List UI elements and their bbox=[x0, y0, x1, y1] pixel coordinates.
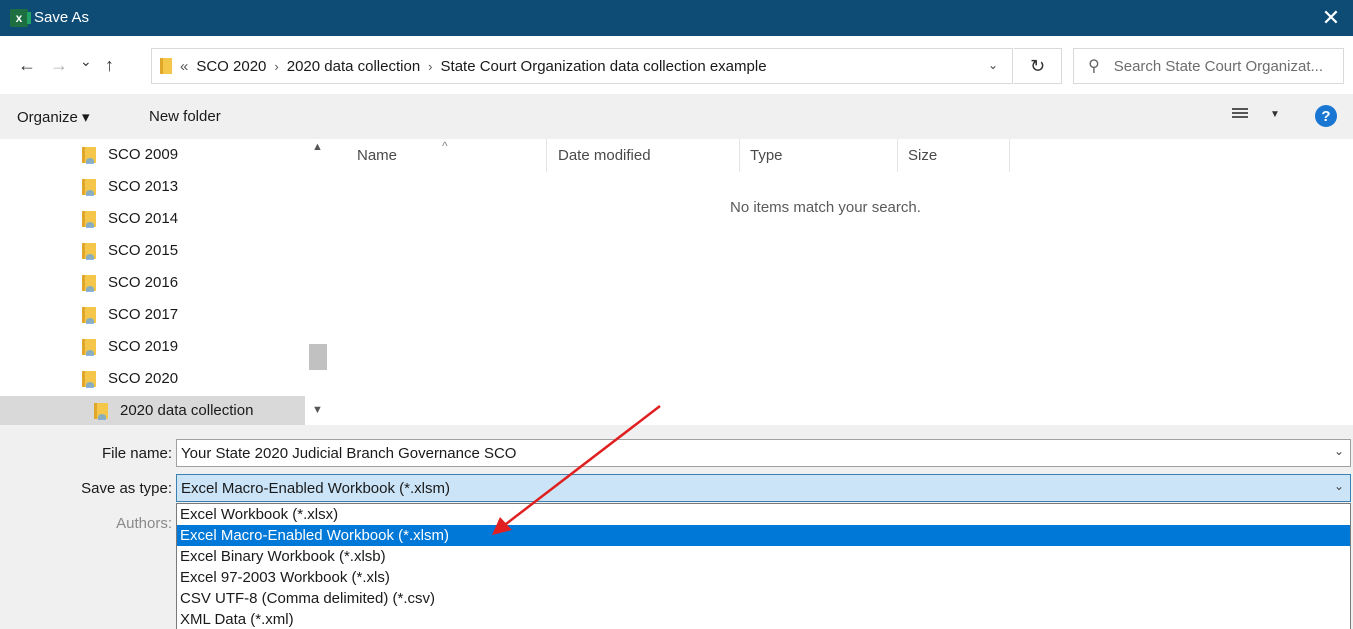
column-header-name[interactable]: Name bbox=[347, 139, 547, 172]
file-list[interactable]: ^ Name Date modified Type Size No items … bbox=[330, 139, 1353, 425]
type-option-csv[interactable]: CSV UTF-8 (Comma delimited) (*.csv) bbox=[177, 588, 1350, 609]
organize-button[interactable]: Organize ▾ bbox=[17, 108, 90, 126]
folder-icon bbox=[82, 178, 96, 196]
type-option-xml[interactable]: XML Data (*.xml) bbox=[177, 609, 1350, 629]
nav-item-label: SCO 2016 bbox=[108, 274, 179, 291]
recent-locations-button[interactable]: ⌄ bbox=[80, 53, 92, 70]
breadcrumb-separator[interactable]: › bbox=[274, 59, 278, 74]
title-bar: x Save As ✕ bbox=[0, 0, 1353, 36]
nav-item-sco-2017[interactable]: SCO 2017 bbox=[0, 299, 305, 330]
breadcrumb-separator[interactable]: › bbox=[428, 59, 432, 74]
folder-icon bbox=[82, 338, 96, 356]
save-as-type-options[interactable]: Excel Workbook (*.xlsx) Excel Macro-Enab… bbox=[176, 503, 1351, 629]
address-bar[interactable]: « SCO 2020 › 2020 data collection › Stat… bbox=[151, 48, 1013, 84]
folder-icon bbox=[82, 210, 96, 228]
save-as-type-value: Excel Macro-Enabled Workbook (*.xlsm) bbox=[181, 479, 450, 497]
new-folder-button[interactable]: New folder bbox=[149, 108, 221, 125]
forward-button[interactable]: → bbox=[50, 55, 68, 76]
chevron-down-icon[interactable]: ⌄ bbox=[1334, 444, 1344, 458]
nav-item-sco-2009[interactable]: SCO 2009 bbox=[0, 139, 305, 170]
excel-icon: x bbox=[10, 9, 31, 27]
back-button[interactable]: ← bbox=[18, 55, 36, 76]
nav-scrollbar[interactable]: ▲ ▼ bbox=[305, 139, 330, 425]
folder-icon bbox=[82, 370, 96, 388]
folder-icon bbox=[82, 146, 96, 164]
breadcrumb-2020-data-collection[interactable]: 2020 data collection bbox=[287, 58, 420, 75]
nav-item-label: SCO 2009 bbox=[108, 146, 179, 163]
scroll-down-icon[interactable]: ▼ bbox=[312, 404, 323, 416]
file-name-value: Your State 2020 Judicial Branch Governan… bbox=[181, 444, 517, 462]
folder-icon bbox=[82, 306, 96, 324]
search-icon: ⚲ bbox=[1088, 58, 1100, 75]
folder-icon bbox=[82, 274, 96, 292]
file-name-field[interactable]: Your State 2020 Judicial Branch Governan… bbox=[176, 439, 1351, 467]
nav-item-label: SCO 2020 bbox=[108, 370, 179, 387]
refresh-button[interactable]: ↻ bbox=[1014, 48, 1062, 84]
view-options-icon[interactable] bbox=[1232, 108, 1248, 122]
nav-item-sco-2020[interactable]: SCO 2020 bbox=[0, 363, 305, 394]
folder-icon bbox=[160, 58, 172, 74]
nav-item-sco-2019[interactable]: SCO 2019 bbox=[0, 331, 305, 362]
nav-item-sco-2016[interactable]: SCO 2016 bbox=[0, 267, 305, 298]
folder-icon bbox=[82, 242, 96, 260]
view-dropdown-icon[interactable]: ▼ bbox=[1270, 109, 1280, 120]
close-button[interactable]: ✕ bbox=[1319, 5, 1343, 31]
command-toolbar: Organize ▾ New folder ▼ ? bbox=[0, 94, 1353, 139]
nav-item-label: SCO 2015 bbox=[108, 242, 179, 259]
nav-item-label: SCO 2019 bbox=[108, 338, 179, 355]
search-placeholder: Search State Court Organizat... bbox=[1113, 57, 1323, 75]
breadcrumb-sco-2020[interactable]: SCO 2020 bbox=[196, 58, 266, 75]
type-option-xlsm[interactable]: Excel Macro-Enabled Workbook (*.xlsm) bbox=[177, 525, 1350, 546]
nav-item-sco-2014[interactable]: SCO 2014 bbox=[0, 203, 305, 234]
type-option-xlsx[interactable]: Excel Workbook (*.xlsx) bbox=[177, 504, 1350, 525]
folder-icon bbox=[94, 402, 108, 420]
file-name-label: File name: bbox=[101, 445, 172, 462]
address-row: ← → ⌄ ↑ « SCO 2020 › 2020 data collectio… bbox=[0, 36, 1353, 94]
nav-item-label: 2020 data collection bbox=[120, 402, 254, 419]
navigation-pane: SCO 2009 SCO 2013 SCO 2014 SCO 2015 SCO … bbox=[0, 139, 330, 425]
save-as-type-label: Save as type: bbox=[81, 480, 172, 497]
nav-item-label: SCO 2017 bbox=[108, 306, 179, 323]
empty-message: No items match your search. bbox=[730, 199, 921, 216]
nav-item-label: SCO 2014 bbox=[108, 210, 179, 227]
chevron-down-icon[interactable]: ⌄ bbox=[1334, 479, 1344, 493]
nav-item-label: SCO 2013 bbox=[108, 178, 179, 195]
type-option-xls[interactable]: Excel 97-2003 Workbook (*.xls) bbox=[177, 567, 1350, 588]
help-icon[interactable]: ? bbox=[1315, 105, 1337, 127]
authors-label: Authors: bbox=[116, 515, 172, 532]
up-button[interactable]: ↑ bbox=[105, 55, 114, 76]
scroll-up-icon[interactable]: ▲ bbox=[312, 141, 323, 153]
breadcrumb-overflow[interactable]: « bbox=[180, 58, 188, 75]
type-option-xlsb[interactable]: Excel Binary Workbook (*.xlsb) bbox=[177, 546, 1350, 567]
column-header-type[interactable]: Type bbox=[740, 139, 898, 172]
column-header-size[interactable]: Size bbox=[898, 139, 1010, 172]
search-input[interactable]: ⚲ Search State Court Organizat... bbox=[1073, 48, 1344, 84]
scrollbar-thumb[interactable] bbox=[309, 344, 327, 370]
window-title: Save As bbox=[34, 9, 90, 26]
column-header-date-modified[interactable]: Date modified bbox=[548, 139, 740, 172]
save-as-type-select[interactable]: Excel Macro-Enabled Workbook (*.xlsm) ⌄ bbox=[176, 474, 1351, 502]
nav-item-sco-2013[interactable]: SCO 2013 bbox=[0, 171, 305, 202]
nav-item-sco-2015[interactable]: SCO 2015 bbox=[0, 235, 305, 266]
address-dropdown-icon[interactable]: ⌄ bbox=[988, 58, 998, 72]
nav-item-2020-data-collection[interactable]: 2020 data collection bbox=[0, 396, 305, 425]
breadcrumb-current-folder[interactable]: State Court Organization data collection… bbox=[441, 58, 767, 75]
